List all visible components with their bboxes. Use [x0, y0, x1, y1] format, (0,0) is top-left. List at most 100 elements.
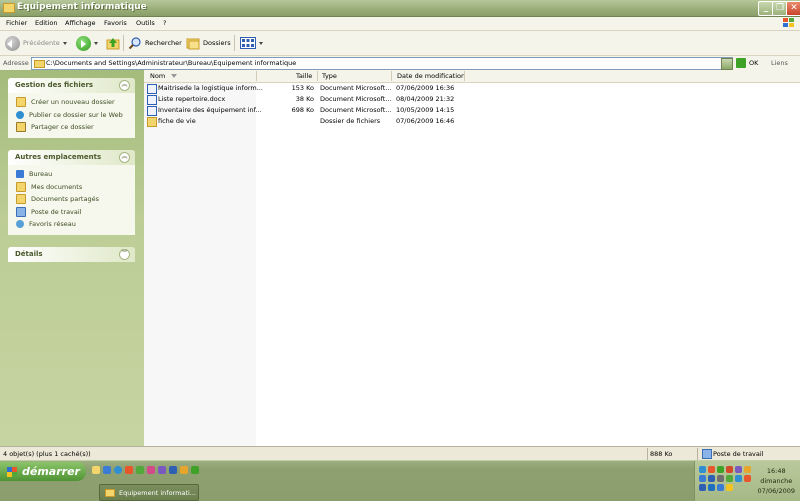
place-my-documents[interactable]: Mes documents [8, 181, 135, 194]
tray-icon[interactable] [708, 466, 715, 473]
folder-icon [3, 3, 15, 13]
expand-chevron-icon[interactable]: ︾ [119, 249, 130, 260]
start-button[interactable]: démarrer [0, 462, 86, 481]
system-tray: 16:48 dimanche 07/06/2009 [694, 461, 800, 501]
folders-icon [186, 38, 200, 50]
clock-date: 07/06/2009 [757, 487, 795, 495]
views-button[interactable] [240, 35, 263, 51]
tray-icon[interactable] [726, 466, 733, 473]
start-label: démarrer [22, 465, 80, 478]
task-pane: Gestion des fichiers ︽ Créer un nouveau … [0, 70, 144, 446]
place-desktop[interactable]: Bureau [8, 168, 135, 181]
column-separator[interactable] [256, 71, 257, 81]
menu-bar: Fichier Edition Affichage Favoris Outils… [0, 17, 800, 31]
app-icon[interactable] [147, 466, 155, 474]
search-label: Rechercher [145, 39, 182, 47]
tray-icon[interactable] [699, 475, 706, 482]
column-separator[interactable] [317, 71, 318, 81]
desktop-icon [16, 170, 24, 179]
column-separator[interactable] [391, 71, 392, 81]
menu-favoris[interactable]: Favoris [104, 19, 127, 27]
file-modified: 07/06/2009 16:46 [396, 117, 455, 125]
taskbar-window-button[interactable]: Equipement informati... [99, 484, 199, 501]
file-tasks-header[interactable]: Gestion des fichiers ︽ [8, 78, 135, 93]
file-type: Document Microsoft... [320, 106, 392, 114]
views-icon [240, 37, 256, 49]
other-places-panel: Autres emplacements ︽ Bureau Mes documen… [8, 150, 135, 235]
collapse-chevron-icon[interactable]: ︽ [119, 152, 130, 163]
tray-icon[interactable] [744, 475, 751, 482]
tray-icon[interactable] [735, 466, 742, 473]
forward-button[interactable] [76, 35, 98, 51]
tray-icon[interactable] [699, 466, 706, 473]
file-row[interactable]: Liste repertoire.docx 38 Ko Document Mic… [144, 94, 800, 105]
task-share-folder[interactable]: Partager ce dossier [8, 121, 135, 134]
tray-icon[interactable] [708, 475, 715, 482]
task-publish-web[interactable]: Publier ce dossier sur le Web [8, 109, 135, 122]
task-new-folder[interactable]: Créer un nouveau dossier [8, 96, 135, 109]
internet-explorer-icon[interactable] [114, 466, 122, 474]
app-icon[interactable] [180, 466, 188, 474]
file-row[interactable]: Inventaire des équipement inf... 698 Ko … [144, 105, 800, 116]
file-row[interactable]: Maitrisede la logistique inform... 153 K… [144, 83, 800, 94]
back-button[interactable]: Précédente [5, 35, 67, 51]
details-header[interactable]: Détails ︾ [8, 247, 135, 262]
tray-icon[interactable] [717, 466, 724, 473]
place-network[interactable]: Favoris réseau [8, 218, 135, 231]
column-modified[interactable]: Date de modification [397, 72, 465, 80]
title-bar[interactable]: Equipement informatique _ ❐ ✕ [0, 0, 800, 17]
file-name: Inventaire des équipement inf... [158, 106, 262, 114]
window-title: Equipement informatique [17, 2, 147, 12]
menu-fichier[interactable]: Fichier [6, 19, 27, 27]
tray-icon[interactable] [717, 484, 724, 491]
links-button[interactable]: Liens [771, 59, 788, 67]
tray-icon[interactable] [699, 484, 706, 491]
folders-button[interactable]: Dossiers [186, 35, 231, 51]
tray-icon[interactable] [726, 475, 733, 482]
menu-edition[interactable]: Edition [35, 19, 58, 27]
place-my-computer[interactable]: Poste de travail [8, 206, 135, 219]
menu-outils[interactable]: Outils [136, 19, 155, 27]
address-label: Adresse [3, 59, 29, 67]
tray-icon[interactable] [708, 484, 715, 491]
column-size[interactable]: Taille [296, 72, 312, 80]
tray-icon[interactable] [735, 475, 742, 482]
word-icon[interactable] [169, 466, 177, 474]
file-list[interactable]: Nom Taille Type Date de modification Mai… [144, 70, 800, 446]
close-button[interactable]: ✕ [786, 1, 800, 16]
column-name[interactable]: Nom [150, 72, 165, 80]
menu-affichage[interactable]: Affichage [65, 19, 96, 27]
forward-arrow-icon [76, 35, 91, 51]
panel-title: Gestion des fichiers [15, 81, 94, 89]
collapse-chevron-icon[interactable]: ︽ [119, 80, 130, 91]
app-icon[interactable] [191, 466, 199, 474]
tray-icon[interactable] [744, 466, 751, 473]
tray-icon[interactable] [726, 484, 733, 491]
address-dropdown-button[interactable] [721, 58, 733, 70]
explorer-icon[interactable] [92, 466, 100, 474]
show-desktop-icon[interactable] [103, 466, 111, 474]
address-input[interactable]: C:\Documents and Settings\Administrateur… [31, 57, 733, 70]
column-separator[interactable] [464, 71, 465, 81]
column-type[interactable]: Type [322, 72, 337, 80]
word-document-icon [147, 95, 157, 105]
messenger-icon[interactable] [136, 466, 144, 474]
taskbar-window-label: Equipement informati... [119, 488, 196, 497]
file-row[interactable]: fiche de vie Dossier de fichiers 07/06/2… [144, 116, 800, 127]
taskbar: démarrer Equipement informati... 16:48 d… [0, 460, 800, 501]
file-modified: 08/04/2009 21:32 [396, 95, 455, 103]
panel-title: Autres emplacements [15, 153, 102, 161]
media-player-icon[interactable] [125, 466, 133, 474]
clock[interactable]: 16:48 dimanche 07/06/2009 [758, 466, 795, 496]
app-icon[interactable] [158, 466, 166, 474]
go-button[interactable]: OK [736, 58, 758, 68]
file-modified: 10/05/2009 14:15 [396, 106, 455, 114]
menu-help[interactable]: ? [163, 19, 166, 27]
other-places-header[interactable]: Autres emplacements ︽ [8, 150, 135, 165]
place-shared-documents[interactable]: Documents partagés [8, 193, 135, 206]
volume-icon[interactable] [717, 475, 724, 482]
up-folder-button[interactable] [106, 35, 120, 51]
file-type: Document Microsoft... [320, 95, 392, 103]
search-button[interactable]: Rechercher [128, 35, 182, 51]
sort-arrow-icon [171, 74, 177, 78]
